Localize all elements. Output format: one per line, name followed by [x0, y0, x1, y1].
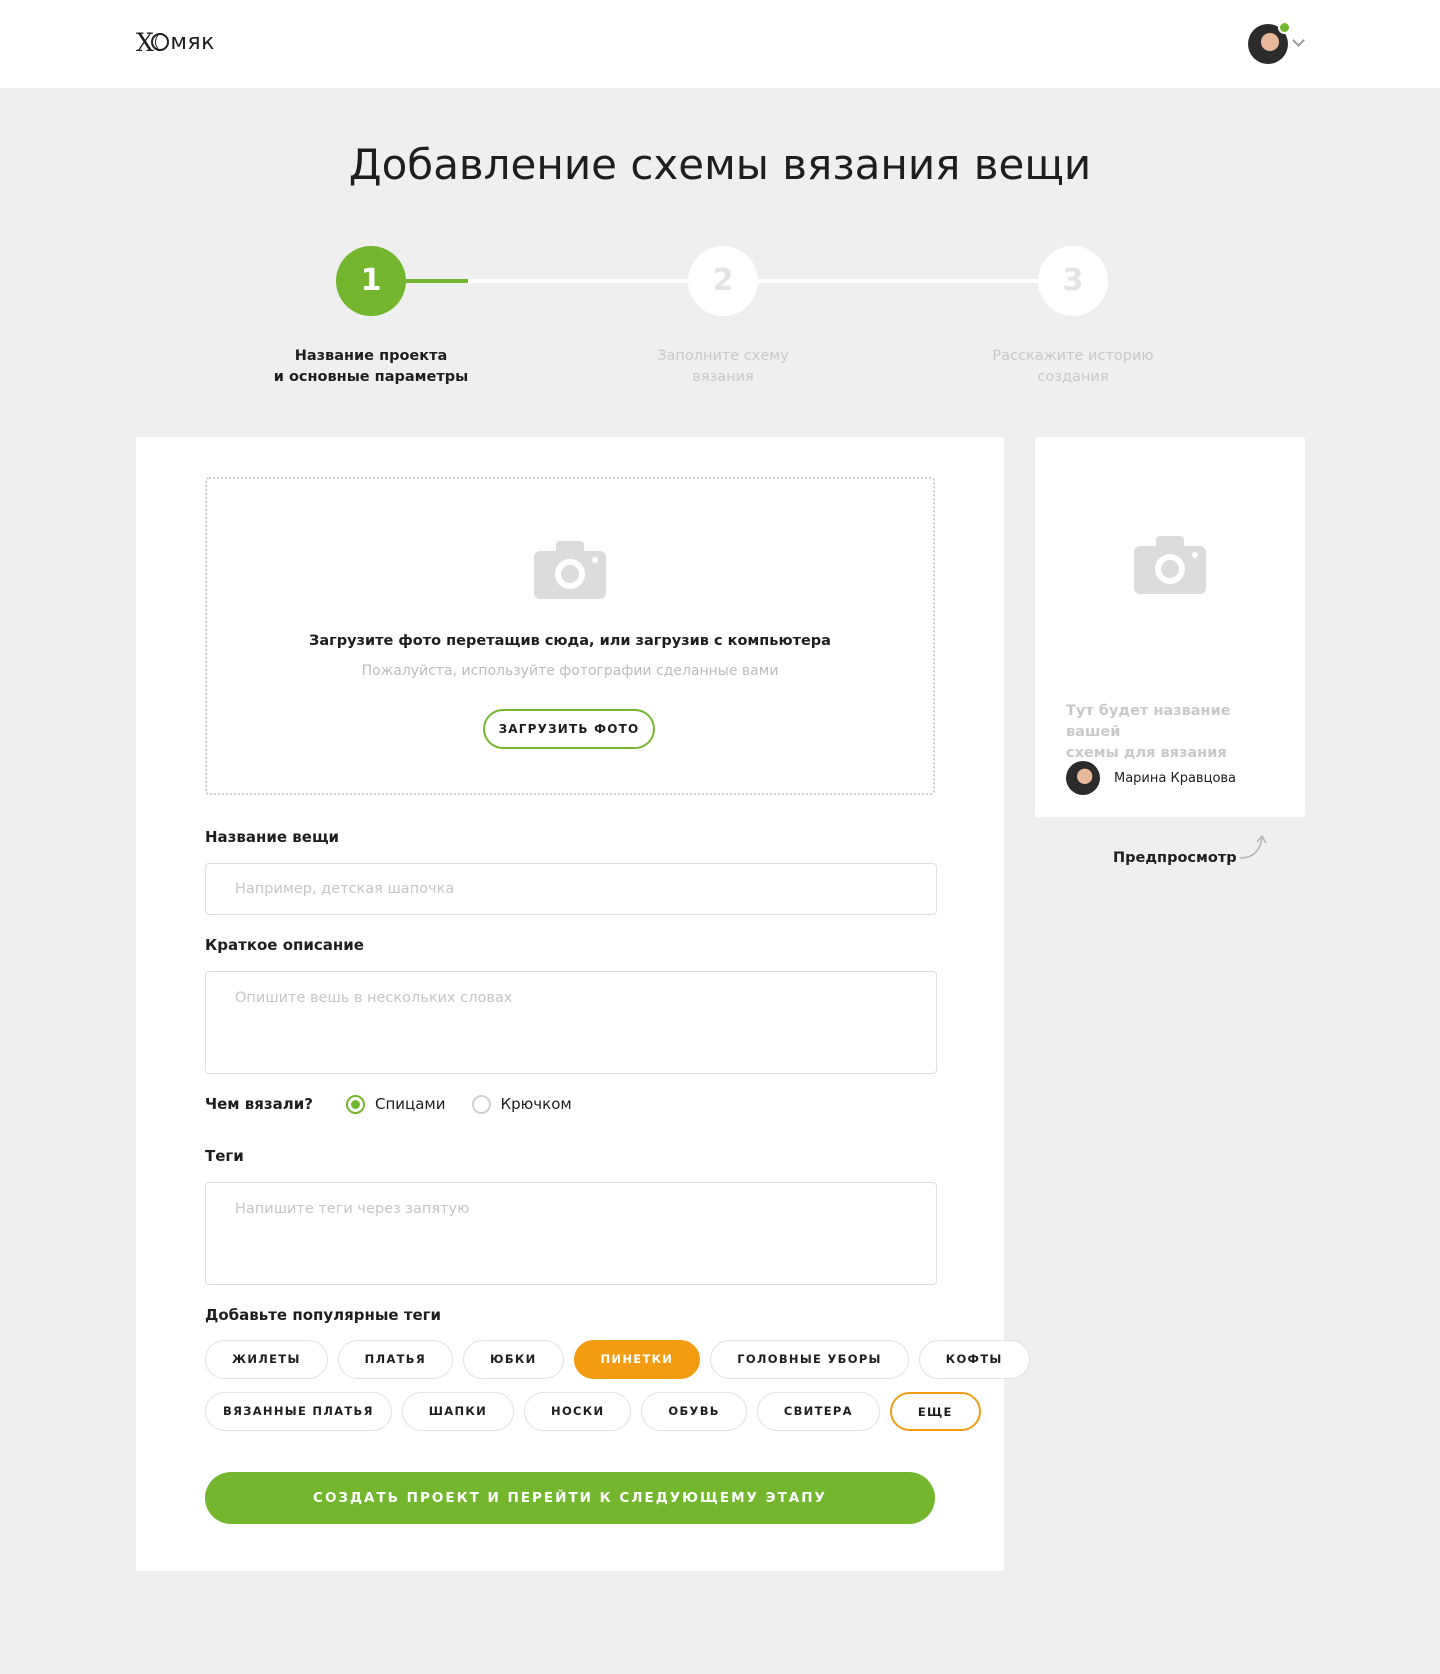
popular-tags-row-1: ЖИЛЕТЫ ПЛАТЬЯ ЮБКИ ПИНЕТКИ ГОЛОВНЫЕ УБОР…	[205, 1340, 1030, 1379]
radio-needles-indicator[interactable]	[346, 1094, 365, 1114]
knitting-tool-radio-group: Спицами Крючком	[346, 1092, 572, 1116]
step-2-circle[interactable]: 2	[688, 246, 758, 316]
tag-chip[interactable]: ГОЛОВНЫЕ УБОРЫ	[710, 1340, 909, 1379]
item-name-label: Название вещи	[205, 828, 340, 846]
step-1-circle[interactable]: 1	[336, 246, 406, 316]
page-title: Добавление схемы вязания вещи	[348, 140, 1092, 189]
radio-crochet[interactable]: Крючком	[471, 1094, 572, 1114]
tag-chip[interactable]: СВИТЕРА	[756, 1392, 880, 1431]
more-tags-button[interactable]: ЕЩЕ	[889, 1392, 981, 1431]
curved-arrow-icon	[1239, 834, 1267, 859]
radio-crochet-label: Крючком	[500, 1095, 572, 1113]
author-name: Марина Кравцова	[1114, 770, 1237, 786]
popular-tags-row-2: ВЯЗАННЫЕ ПЛАТЬЯ ШАПКИ НОСКИ ОБУВЬ СВИТЕР…	[205, 1392, 981, 1431]
popular-tags-list: ЖИЛЕТЫ ПЛАТЬЯ ЮБКИ ПИНЕТКИ ГОЛОВНЫЕ УБОР…	[205, 1340, 1030, 1444]
preview-caption: Предпросмотр	[1113, 850, 1237, 866]
popular-tags-label: Добавьте популярные теги	[205, 1306, 442, 1324]
step-progress-fill	[402, 279, 468, 283]
site-logo[interactable]: Хмяк	[136, 26, 215, 58]
tag-chip[interactable]: ПЛАТЬЯ	[337, 1340, 454, 1379]
step-1-label-line2: и основные параметры	[273, 369, 469, 385]
knitting-tool-label: Чем вязали?	[205, 1095, 313, 1113]
logo-text-rest: мяк	[170, 29, 215, 55]
step-2-label-line2: вязания	[692, 369, 754, 385]
tag-chip[interactable]: ОБУВЬ	[641, 1392, 747, 1431]
author-avatar	[1066, 761, 1100, 795]
step-2-label-line1: Заполните схему	[657, 348, 789, 364]
tags-label: Теги	[205, 1147, 244, 1165]
radio-needles[interactable]: Спицами	[346, 1094, 446, 1114]
description-textarea[interactable]	[205, 971, 937, 1074]
chevron-down-icon[interactable]	[1292, 34, 1305, 47]
step-3-circle[interactable]: 3	[1038, 246, 1108, 316]
tag-chip-selected[interactable]: ПИНЕТКИ	[573, 1340, 701, 1379]
item-name-input[interactable]	[205, 863, 937, 915]
online-status-indicator	[1278, 21, 1291, 34]
step-2-label: Заполните схему вязания	[613, 346, 833, 388]
tag-chip[interactable]: КОФТЫ	[918, 1340, 1030, 1379]
create-project-submit-button[interactable]: СОЗДАТЬ ПРОЕКТ И ПЕРЕЙТИ К СЛЕДУЮЩЕМУ ЭТ…	[205, 1472, 935, 1524]
camera-icon	[1134, 534, 1206, 594]
preview-title-line1: Тут будет название вашей	[1066, 703, 1231, 740]
step-3-label-line2: создания	[1037, 369, 1109, 385]
drop-zone-subtitle: Пожалуйста, используйте фотографии сдела…	[361, 663, 779, 679]
top-header: Хмяк	[0, 0, 1440, 88]
step-3-label-line1: Расскажите историю	[992, 348, 1154, 364]
tag-chip[interactable]: ШАПКИ	[401, 1392, 515, 1431]
tag-chip[interactable]: ВЯЗАННЫЕ ПЛАТЬЯ	[205, 1392, 392, 1431]
tag-chip[interactable]: НОСКИ	[524, 1392, 632, 1431]
upload-photo-button[interactable]: ЗАГРУЗИТЬ ФОТО	[483, 709, 655, 749]
yarn-ball-icon	[151, 33, 170, 51]
step-1-label: Название проекта и основные параметры	[261, 346, 481, 388]
user-menu[interactable]	[1248, 21, 1308, 66]
camera-icon	[534, 539, 606, 599]
step-1-label-line1: Название проекта	[294, 348, 448, 364]
tags-textarea[interactable]	[205, 1182, 937, 1285]
preview-card: Тут будет название вашей схемы для вязан…	[1035, 437, 1305, 817]
photo-drop-zone[interactable]: Загрузите фото перетащив сюда, или загру…	[205, 477, 935, 795]
preview-author: Марина Кравцова	[1066, 761, 1236, 795]
description-label: Краткое описание	[205, 936, 364, 954]
drop-zone-title: Загрузите фото перетащив сюда, или загру…	[309, 633, 831, 649]
step-3-label: Расскажите историю создания	[963, 346, 1183, 388]
radio-crochet-indicator[interactable]	[471, 1094, 491, 1114]
progress-stepper: 1 2 3 Название проекта и основные параме…	[0, 246, 1440, 396]
preview-title-placeholder: Тут будет название вашей схемы для вязан…	[1066, 701, 1286, 764]
tag-chip[interactable]: ЮБКИ	[463, 1340, 564, 1379]
radio-needles-label: Спицами	[375, 1095, 446, 1113]
tag-chip[interactable]: ЖИЛЕТЫ	[205, 1340, 328, 1379]
